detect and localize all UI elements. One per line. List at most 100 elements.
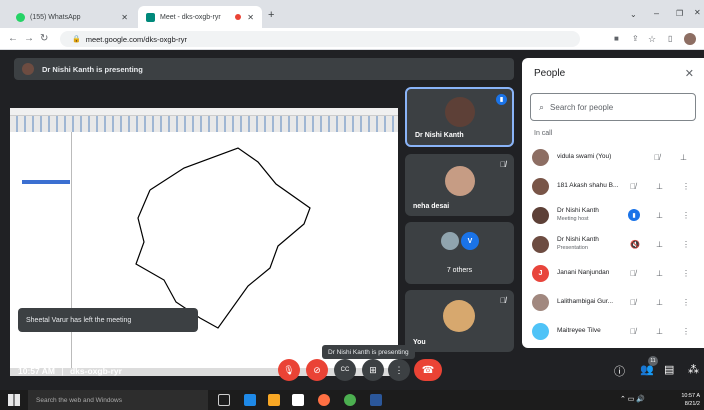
chrome-icon[interactable] bbox=[344, 394, 356, 406]
tab-whatsapp[interactable]: (155) WhatsApp ✕ bbox=[8, 6, 136, 28]
section-label: In call bbox=[534, 130, 553, 137]
browser-tab-bar: (155) WhatsApp ✕ Meet - dks-oxgb-ryr ✕ +… bbox=[0, 0, 704, 28]
reload-icon[interactable]: ↻ bbox=[40, 32, 48, 46]
more-vert-icon[interactable]: ⋮ bbox=[682, 298, 690, 307]
role-text: Meeting host bbox=[557, 216, 589, 222]
word-icon[interactable] bbox=[370, 394, 382, 406]
mic-off-icon: 🎙̸ bbox=[500, 160, 506, 169]
participant-row[interactable]: Dr Nishi Kanth Meeting host ▮ ⊥ ⋮ bbox=[522, 202, 704, 228]
search-input[interactable]: ⌕ Search for people bbox=[530, 93, 696, 121]
participant-name: Lalithambigai Gur... bbox=[557, 298, 614, 305]
meeting-details: 10:57 AM | dks-oxgb-ryr bbox=[18, 366, 122, 376]
captions-button[interactable]: CC bbox=[334, 359, 356, 381]
windows-start-icon[interactable] bbox=[8, 394, 20, 406]
participant-row[interactable]: Dr Nishi Kanth Presentation 🔇 ⊥ ⋮ bbox=[522, 231, 704, 257]
notification-toast: Sheetal Varur has left the meeting bbox=[18, 308, 198, 332]
more-vert-icon[interactable]: ⋮ bbox=[682, 327, 690, 336]
participant-row[interactable]: 181 Akash shahu B... 🎙̸ ⊥ ⋮ bbox=[522, 173, 704, 199]
present-button[interactable]: ⊞ bbox=[362, 359, 384, 381]
tile-others[interactable]: V 7 others bbox=[405, 222, 514, 284]
meeting-code: dks-oxgb-ryr bbox=[69, 366, 122, 376]
more-vert-icon[interactable]: ⋮ bbox=[682, 269, 690, 278]
tab-list-icon[interactable]: ⌄ bbox=[630, 10, 637, 19]
presenting-text: Dr Nishi Kanth is presenting bbox=[42, 64, 143, 74]
name-text: Dr Nishi Kanth bbox=[557, 236, 599, 243]
more-vert-icon[interactable]: ⋮ bbox=[682, 240, 690, 249]
more-vert-icon[interactable]: ⋮ bbox=[682, 211, 690, 220]
profile-avatar[interactable] bbox=[684, 33, 696, 45]
tab-meet[interactable]: Meet - dks-oxgb-ryr ✕ bbox=[138, 6, 262, 28]
address-toolbar: ← → ↻ 🔒 meet.google.com/dks-oxgb-ryr ■ ⇪… bbox=[0, 28, 704, 50]
back-arrow-icon[interactable]: ← bbox=[8, 32, 18, 46]
name-text: Dr Nishi Kanth bbox=[557, 207, 599, 214]
close-icon[interactable]: ✕ bbox=[685, 67, 694, 80]
pin-icon[interactable]: ⊥ bbox=[680, 153, 687, 162]
maximize-button[interactable]: ❐ bbox=[676, 9, 683, 18]
forward-arrow-icon[interactable]: → bbox=[24, 32, 34, 46]
participant-name: Dr Nishi Kanth Meeting host bbox=[557, 207, 637, 223]
pin-icon[interactable]: ⊥ bbox=[656, 211, 663, 220]
meeting-info-icon[interactable]: ⓘ bbox=[614, 363, 625, 379]
task-view-icon[interactable] bbox=[218, 394, 230, 406]
pin-icon[interactable]: ⊥ bbox=[656, 298, 663, 307]
avatar bbox=[532, 322, 549, 340]
activities-icon[interactable]: ⁂ bbox=[688, 363, 699, 376]
camera-toggle-button[interactable]: ⊘ bbox=[306, 359, 328, 381]
end-call-button[interactable]: ☎ bbox=[414, 359, 442, 381]
firefox-icon[interactable] bbox=[318, 394, 330, 406]
participant-count-badge: 11 bbox=[648, 356, 658, 366]
avatar bbox=[532, 235, 549, 253]
whatsapp-icon bbox=[16, 12, 25, 22]
selected-layer bbox=[22, 180, 70, 184]
new-tab-button[interactable]: + bbox=[268, 9, 274, 21]
lock-icon: 🔒 bbox=[72, 36, 81, 43]
pin-off-icon[interactable]: ⊥ bbox=[656, 240, 663, 249]
edge-icon[interactable] bbox=[244, 394, 256, 406]
mic-off-icon: 🎙̸ bbox=[654, 152, 660, 162]
shared-app-toolbar bbox=[10, 116, 398, 132]
bookmark-star-icon[interactable]: ☆ bbox=[648, 32, 656, 46]
avatar bbox=[532, 293, 549, 311]
speaking-icon: ▮ bbox=[496, 94, 507, 105]
close-tab-icon[interactable]: ✕ bbox=[121, 13, 128, 22]
url-text: meet.google.com/dks-oxgb-ryr bbox=[85, 34, 188, 44]
close-tab-icon[interactable]: ✕ bbox=[247, 13, 254, 22]
participant-name: Janani Nanjundan bbox=[557, 269, 610, 276]
store-icon[interactable] bbox=[292, 394, 304, 406]
camera-icon[interactable]: ■ bbox=[614, 32, 619, 46]
system-tray-icons[interactable]: ⌃ ▭ 🔊 bbox=[620, 395, 645, 403]
tab-label: Meet - dks-oxgb-ryr bbox=[160, 13, 221, 21]
pin-icon[interactable]: ⊥ bbox=[656, 182, 663, 191]
mic-off-icon: 🎙̸ bbox=[500, 296, 506, 305]
minimize-button[interactable]: – bbox=[654, 8, 659, 18]
presenter-avatar bbox=[22, 63, 34, 75]
panel-title: People bbox=[534, 68, 566, 79]
tile-name: neha desai bbox=[413, 203, 450, 210]
participant-row[interactable]: Maitreyee Tilve 🎙̸ ⊥ ⋮ bbox=[522, 318, 704, 344]
participant-name: Maitreyee Tilve bbox=[557, 327, 601, 334]
url-field[interactable]: 🔒 meet.google.com/dks-oxgb-ryr bbox=[60, 31, 580, 47]
tile-presenter[interactable]: ▮ Dr Nishi Kanth bbox=[405, 87, 514, 147]
share-icon[interactable]: ⇪ bbox=[632, 32, 639, 46]
participant-row[interactable]: vidula swami (You) 🎙̸ ⊥ bbox=[522, 144, 704, 170]
file-explorer-icon[interactable] bbox=[268, 394, 280, 406]
chat-icon[interactable]: ▤ bbox=[664, 363, 674, 376]
shared-app-menubar bbox=[10, 108, 398, 116]
tile-neha[interactable]: 🎙̸ neha desai bbox=[405, 154, 514, 216]
pin-icon[interactable]: ⊥ bbox=[656, 269, 663, 278]
close-window-button[interactable]: ✕ bbox=[694, 8, 701, 17]
participant-photo bbox=[445, 166, 475, 196]
role-text: Presentation bbox=[557, 245, 588, 251]
participant-row[interactable]: J Janani Nanjundan 🎙̸ ⊥ ⋮ bbox=[522, 260, 704, 286]
tile-self[interactable]: 🎙̸ You bbox=[405, 290, 514, 352]
sidebar-icon[interactable]: ▯ bbox=[668, 32, 672, 46]
taskbar-search-box[interactable]: Search the web and Windows bbox=[28, 390, 208, 410]
clock-time: 10:57 A bbox=[681, 393, 700, 399]
more-vert-icon[interactable]: ⋮ bbox=[682, 182, 690, 191]
pin-icon[interactable]: ⊥ bbox=[656, 327, 663, 336]
taskbar-clock[interactable]: 10:57 A 8/21/2 bbox=[681, 392, 700, 408]
shared-screen bbox=[10, 108, 398, 376]
participant-row[interactable]: Lalithambigai Gur... 🎙̸ ⊥ ⋮ bbox=[522, 289, 704, 315]
more-options-button[interactable]: ⋮ bbox=[388, 359, 410, 381]
mic-toggle-button[interactable]: 🎙 bbox=[278, 359, 300, 381]
